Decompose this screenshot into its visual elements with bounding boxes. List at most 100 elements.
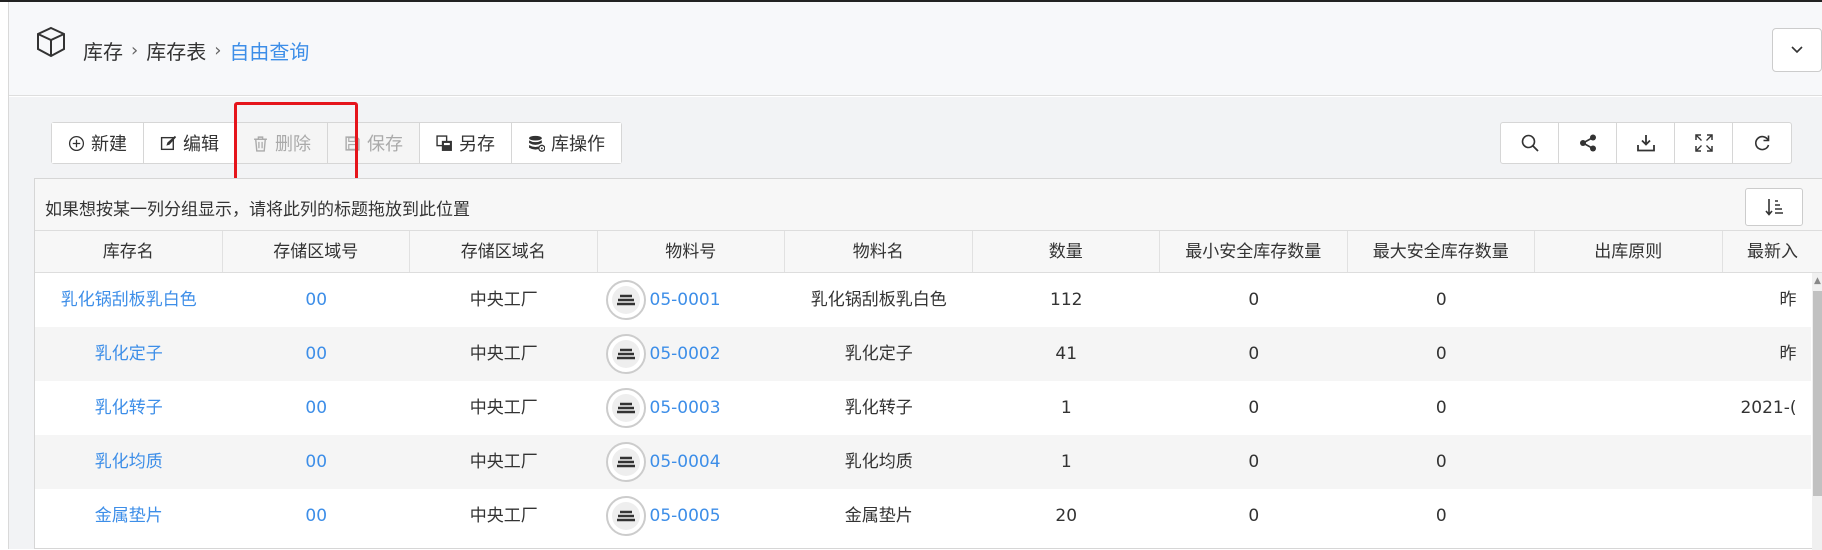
- group-drop-area[interactable]: 如果想按某一列分组显示，请将此列的标题拖放到此位置: [35, 179, 1822, 231]
- save-button-label: 保存: [367, 130, 403, 156]
- scrollbar-thumb[interactable]: [1813, 291, 1822, 496]
- material-thumbnail-icon[interactable]: [606, 442, 646, 482]
- cell-outbound-rule: [1535, 327, 1723, 381]
- material-thumbnail-icon[interactable]: [606, 334, 646, 374]
- grid-header-row: 库存名 存储区域号 存储区域名 物料号 物料名 数量 最小安全库存数量 最大安全…: [35, 231, 1822, 273]
- plus-circle-icon: [68, 135, 85, 152]
- cell-stock-name[interactable]: 金属垫片: [35, 489, 223, 543]
- cell-min-safety-stock: 0: [1160, 273, 1348, 327]
- material-no-link[interactable]: 05-0002: [650, 327, 721, 381]
- save-as-button[interactable]: 另存: [420, 123, 512, 163]
- cell-area-no[interactable]: 00: [223, 327, 411, 381]
- column-sort-button[interactable]: [1745, 188, 1803, 226]
- edit-button[interactable]: 编辑: [144, 123, 236, 163]
- cell-material-no: 05-0005: [598, 489, 786, 543]
- breadcrumb-separator: ›: [131, 40, 138, 61]
- fullscreen-button[interactable]: [1675, 123, 1733, 163]
- refresh-icon: [1752, 133, 1772, 153]
- column-header-min-safety-stock[interactable]: 最小安全库存数量: [1160, 231, 1348, 273]
- cell-outbound-rule: [1535, 489, 1723, 543]
- table-row[interactable]: 乳化转子 00 中央工厂 05-0003 乳化转子 1 0 0 2021-(: [35, 381, 1811, 435]
- cell-stock-name[interactable]: 乳化定子: [35, 327, 223, 381]
- cell-material-name: 乳化锅刮板乳白色: [785, 273, 973, 327]
- cell-stock-name[interactable]: 乳化锅刮板乳白色: [35, 273, 223, 327]
- scroll-up-arrow-icon[interactable]: ▲: [1813, 275, 1822, 287]
- breadcrumb-current: 自由查询: [229, 36, 309, 65]
- material-no-link[interactable]: 05-0004: [650, 435, 721, 489]
- column-header-area-name[interactable]: 存储区域名: [410, 231, 598, 273]
- cell-area-no[interactable]: 00: [223, 273, 411, 327]
- cell-max-safety-stock: 0: [1348, 489, 1536, 543]
- sort-ascending-icon: [1764, 197, 1784, 217]
- breadcrumb-separator: ›: [214, 40, 221, 61]
- cell-material-no: 05-0003: [598, 381, 786, 435]
- new-button-label: 新建: [91, 130, 127, 156]
- column-header-latest-inbound[interactable]: 最新入: [1723, 231, 1822, 273]
- material-no-link[interactable]: 05-0003: [650, 381, 721, 435]
- cell-area-no[interactable]: 00: [223, 381, 411, 435]
- cell-min-safety-stock: 0: [1160, 435, 1348, 489]
- material-no-link[interactable]: 05-0001: [650, 273, 721, 327]
- column-header-material-name[interactable]: 物料名: [785, 231, 973, 273]
- search-button[interactable]: [1501, 123, 1559, 163]
- database-icon: [528, 135, 545, 152]
- cell-material-name: 乳化转子: [785, 381, 973, 435]
- material-thumbnail-icon[interactable]: [606, 280, 646, 320]
- cell-material-no: 05-0002: [598, 327, 786, 381]
- cell-latest-inbound: 昨: [1723, 273, 1799, 327]
- stock-operation-button[interactable]: 库操作: [512, 123, 621, 163]
- new-button[interactable]: 新建: [52, 123, 144, 163]
- cell-max-safety-stock: 0: [1348, 327, 1536, 381]
- cell-quantity: 1: [973, 435, 1161, 489]
- breadcrumb: 库存 › 库存表 › 自由查询: [83, 36, 317, 65]
- refresh-button[interactable]: [1733, 123, 1791, 163]
- cell-material-name: 金属垫片: [785, 489, 973, 543]
- material-thumbnail-icon[interactable]: [606, 496, 646, 536]
- cell-material-no: 05-0001: [598, 273, 786, 327]
- search-icon: [1520, 133, 1540, 153]
- cell-area-name: 中央工厂: [410, 489, 598, 543]
- column-header-material-no[interactable]: 物料号: [598, 231, 786, 273]
- cell-outbound-rule: [1535, 381, 1723, 435]
- share-button[interactable]: [1559, 123, 1617, 163]
- edit-button-label: 编辑: [183, 130, 219, 156]
- export-button[interactable]: [1617, 123, 1675, 163]
- table-row[interactable]: 金属垫片 00 中央工厂 05-0005 金属垫片 20 0 0: [35, 489, 1811, 543]
- cell-stock-name[interactable]: 乳化均质: [35, 435, 223, 489]
- cell-area-no[interactable]: 00: [223, 435, 411, 489]
- cell-material-name: 乳化均质: [785, 435, 973, 489]
- copy-icon: [436, 135, 453, 152]
- cell-quantity: 20: [973, 489, 1161, 543]
- column-header-quantity[interactable]: 数量: [973, 231, 1161, 273]
- cell-area-name: 中央工厂: [410, 381, 598, 435]
- table-row[interactable]: 乳化锅刮板乳白色 00 中央工厂 05-0001 乳化锅刮板乳白色 112 0 …: [35, 273, 1811, 327]
- table-row[interactable]: 乳化均质 00 中央工厂 05-0004 乳化均质 1 0 0: [35, 435, 1811, 489]
- vertical-scrollbar[interactable]: ▲: [1812, 273, 1822, 550]
- column-header-stock-name[interactable]: 库存名: [35, 231, 223, 273]
- material-thumbnail-icon[interactable]: [606, 388, 646, 428]
- table-row[interactable]: 乳化定子 00 中央工厂 05-0002 乳化定子 41 0 0 昨: [35, 327, 1811, 381]
- column-header-area-no[interactable]: 存储区域号: [223, 231, 411, 273]
- cell-area-name: 中央工厂: [410, 273, 598, 327]
- cell-quantity: 1: [973, 381, 1161, 435]
- expand-icon: [1694, 133, 1714, 153]
- column-header-outbound-rule[interactable]: 出库原则: [1535, 231, 1723, 273]
- chevron-down-icon: [1790, 45, 1804, 55]
- data-grid: 如果想按某一列分组显示，请将此列的标题拖放到此位置 库存名 存储区域号 存储区域…: [34, 178, 1822, 549]
- material-no-link[interactable]: 05-0005: [650, 489, 721, 543]
- cell-outbound-rule: [1535, 435, 1723, 489]
- breadcrumb-item-stock[interactable]: 库存: [83, 36, 123, 65]
- cell-stock-name[interactable]: 乳化转子: [35, 381, 223, 435]
- cell-area-no[interactable]: 00: [223, 489, 411, 543]
- edit-icon: [160, 135, 177, 152]
- header-dropdown-button[interactable]: [1772, 28, 1822, 72]
- breadcrumb-item-stock-table[interactable]: 库存表: [146, 36, 206, 65]
- cell-max-safety-stock: 0: [1348, 435, 1536, 489]
- cell-latest-inbound: [1723, 435, 1799, 489]
- column-header-max-safety-stock[interactable]: 最大安全库存数量: [1348, 231, 1536, 273]
- cell-quantity: 41: [973, 327, 1161, 381]
- page-header: 库存 › 库存表 › 自由查询: [9, 2, 1822, 96]
- cell-outbound-rule: [1535, 273, 1723, 327]
- cell-area-name: 中央工厂: [410, 435, 598, 489]
- cell-max-safety-stock: 0: [1348, 381, 1536, 435]
